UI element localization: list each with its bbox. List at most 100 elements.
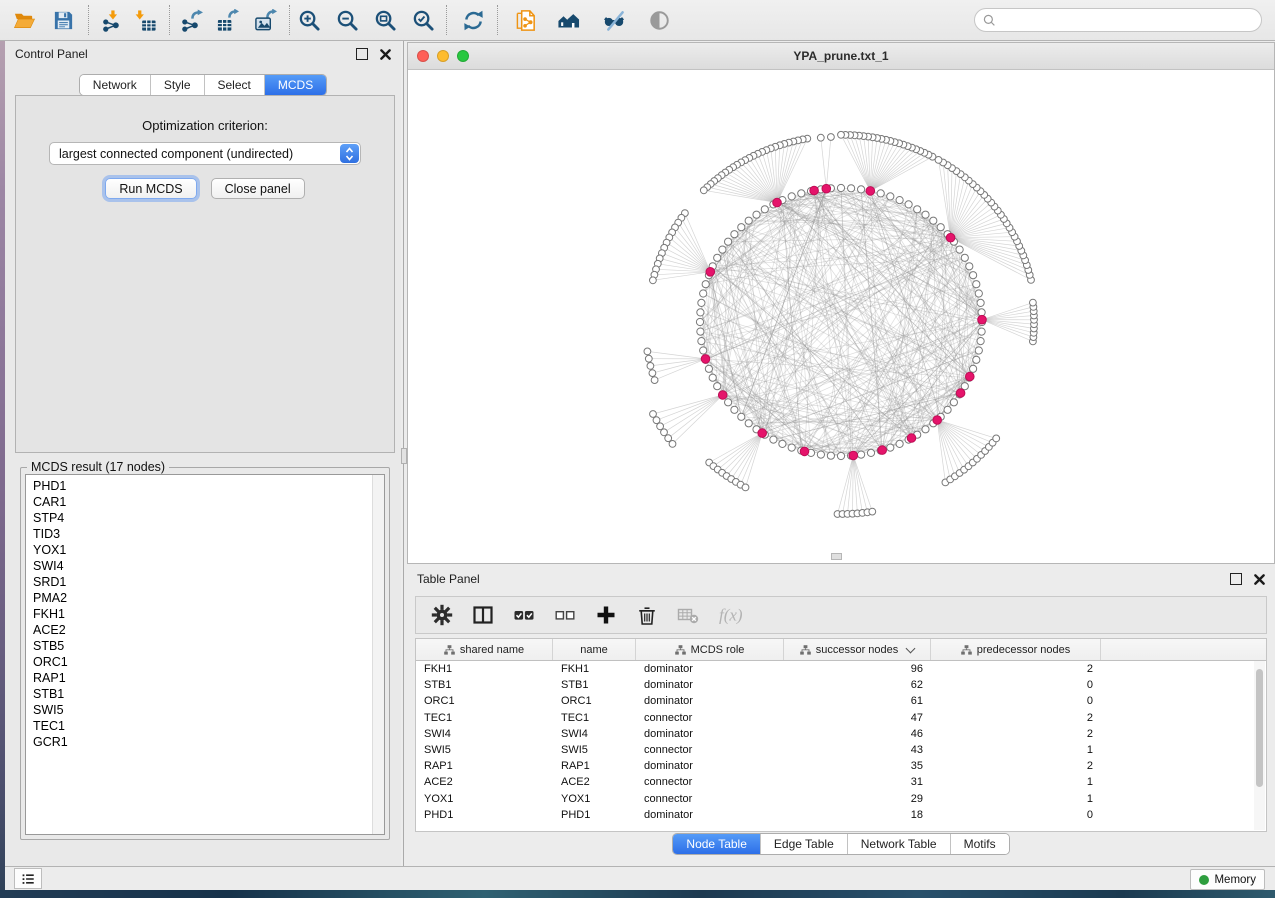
network-node[interactable] — [905, 201, 912, 208]
network-leaf-node[interactable] — [669, 441, 676, 448]
search-input[interactable] — [974, 8, 1262, 32]
network-leaf-node[interactable] — [644, 348, 651, 355]
open-session-button[interactable] — [10, 6, 38, 34]
import-table-button[interactable] — [131, 6, 159, 34]
network-node[interactable] — [858, 451, 865, 458]
network-leaf-node[interactable] — [653, 417, 660, 424]
table-row[interactable]: RAP1RAP1dominator352 — [416, 758, 1266, 774]
network-leaf-node[interactable] — [869, 508, 876, 515]
float-panel-icon[interactable] — [1230, 573, 1242, 585]
float-panel-icon[interactable] — [356, 48, 368, 60]
mcds-hub-node[interactable] — [706, 268, 715, 277]
network-leaf-node[interactable] — [1030, 299, 1037, 306]
column-header-shared-name[interactable]: shared name — [416, 639, 553, 660]
task-history-button[interactable] — [14, 868, 42, 889]
network-leaf-node[interactable] — [838, 131, 845, 138]
import-network-button[interactable] — [97, 6, 125, 34]
network-node[interactable] — [837, 452, 844, 459]
select-all-button[interactable] — [512, 603, 536, 627]
function-builder-button[interactable]: f(x) — [717, 603, 755, 627]
export-network-button[interactable] — [177, 6, 205, 34]
network-node[interactable] — [977, 299, 984, 306]
mcds-hub-node[interactable] — [978, 315, 987, 324]
network-node[interactable] — [914, 206, 921, 213]
mcds-hub-node[interactable] — [966, 372, 975, 381]
zoom-fit-button[interactable] — [371, 6, 399, 34]
table-row[interactable]: PHD1PHD1dominator180 — [416, 807, 1266, 823]
mcds-hub-node[interactable] — [810, 186, 819, 195]
column-header-successor-nodes[interactable]: successor nodes — [784, 639, 931, 660]
network-node[interactable] — [973, 281, 980, 288]
network-node[interactable] — [827, 452, 834, 459]
network-canvas[interactable] — [408, 70, 1274, 564]
mcds-hub-node[interactable] — [849, 451, 858, 460]
table-scrollbar-thumb[interactable] — [1256, 669, 1263, 787]
network-node[interactable] — [761, 206, 768, 213]
result-list-item[interactable]: PHD1 — [33, 478, 384, 494]
network-node[interactable] — [887, 444, 894, 451]
optimization-criterion-select[interactable]: largest connected component (undirected) — [49, 142, 361, 165]
network-node[interactable] — [738, 224, 745, 231]
mcds-hub-node[interactable] — [933, 416, 942, 425]
export-table-button[interactable] — [213, 6, 241, 34]
network-node[interactable] — [700, 290, 707, 297]
result-list-item[interactable]: STP4 — [33, 510, 384, 526]
network-node[interactable] — [697, 328, 704, 335]
mcds-hub-node[interactable] — [878, 446, 887, 455]
network-node[interactable] — [817, 451, 824, 458]
network-leaf-node[interactable] — [828, 134, 835, 141]
mcds-hub-node[interactable] — [956, 389, 965, 398]
network-document-button[interactable] — [512, 6, 540, 34]
deselect-all-button[interactable] — [553, 603, 577, 627]
table-settings-button[interactable] — [430, 603, 454, 627]
result-list-item[interactable]: SWI4 — [33, 558, 384, 574]
run-mcds-button[interactable]: Run MCDS — [105, 178, 196, 199]
result-list-item[interactable]: RAP1 — [33, 670, 384, 686]
mcds-hub-node[interactable] — [800, 447, 809, 456]
result-list-item[interactable]: GCR1 — [33, 734, 384, 750]
result-list-item[interactable]: TID3 — [33, 526, 384, 542]
network-leaf-node[interactable] — [700, 187, 707, 194]
network-node[interactable] — [973, 356, 980, 363]
network-leaf-node[interactable] — [645, 355, 652, 362]
network-node[interactable] — [896, 440, 903, 447]
network-leaf-node[interactable] — [650, 277, 657, 284]
table-row[interactable]: SWI5SWI5connector431 — [416, 742, 1266, 758]
column-header-name[interactable]: name — [553, 639, 636, 660]
network-node[interactable] — [877, 190, 884, 197]
tab-edge-table[interactable]: Edge Table — [760, 834, 847, 854]
table-row[interactable]: FKH1FKH1dominator962 — [416, 661, 1266, 677]
result-list-item[interactable]: STB1 — [33, 686, 384, 702]
refresh-view-button[interactable] — [459, 6, 487, 34]
mcds-hub-node[interactable] — [907, 434, 916, 443]
network-node[interactable] — [975, 290, 982, 297]
tab-network[interactable]: Network — [80, 75, 150, 95]
network-node[interactable] — [698, 299, 705, 306]
close-panel-icon[interactable] — [1254, 574, 1265, 585]
network-node[interactable] — [956, 246, 963, 253]
network-node[interactable] — [725, 399, 732, 406]
result-list-item[interactable]: SWI5 — [33, 702, 384, 718]
network-node[interactable] — [788, 444, 795, 451]
mcds-hub-node[interactable] — [718, 391, 727, 400]
network-node[interactable] — [697, 309, 704, 316]
column-header-predecessor-nodes[interactable]: predecessor nodes — [931, 639, 1101, 660]
result-list-item[interactable]: TEC1 — [33, 718, 384, 734]
table-row[interactable]: ACE2ACE2connector311 — [416, 774, 1266, 790]
network-node[interactable] — [745, 420, 752, 427]
delete-table-button[interactable] — [676, 603, 700, 627]
network-node[interactable] — [702, 281, 709, 288]
table-row[interactable]: YOX1YOX1connector291 — [416, 791, 1266, 807]
network-node[interactable] — [977, 338, 984, 345]
mcds-hub-node[interactable] — [758, 429, 767, 438]
tab-motifs[interactable]: Motifs — [950, 834, 1009, 854]
network-node[interactable] — [922, 426, 929, 433]
network-leaf-node[interactable] — [651, 377, 658, 384]
network-node[interactable] — [705, 365, 712, 372]
network-node[interactable] — [978, 328, 985, 335]
network-node[interactable] — [922, 211, 929, 218]
network-node[interactable] — [848, 185, 855, 192]
network-node[interactable] — [975, 347, 982, 354]
mcds-hub-node[interactable] — [822, 184, 831, 193]
network-node[interactable] — [714, 383, 721, 390]
